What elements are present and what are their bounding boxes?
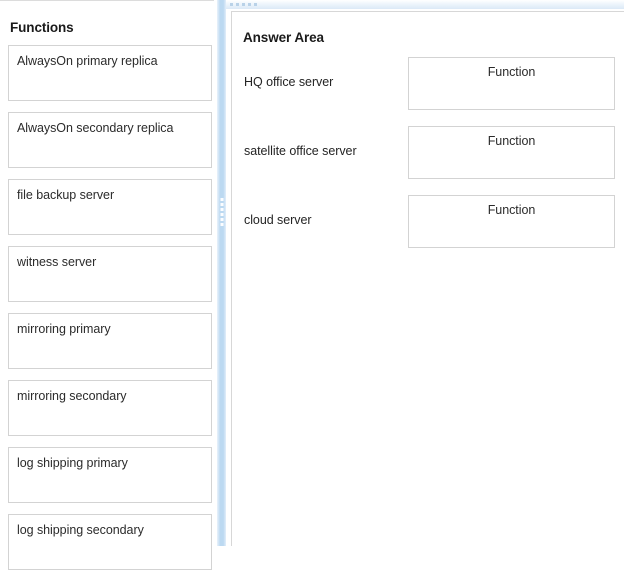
function-item[interactable]: mirroring primary (8, 313, 212, 369)
vertical-grip-dots-icon[interactable] (220, 198, 223, 226)
answer-area-panel: Answer Area HQ office server Function sa… (231, 11, 624, 546)
functions-panel: Functions AlwaysOn primary replica Alway… (0, 0, 214, 570)
grip-dot (242, 3, 245, 6)
grip-dot (220, 198, 223, 201)
answer-drop-target[interactable]: Function (408, 195, 615, 248)
answer-row: cloud server Function (232, 194, 624, 263)
grip-dot (220, 213, 223, 216)
vertical-splitter[interactable] (217, 0, 226, 546)
answer-drop-target[interactable]: Function (408, 126, 615, 179)
function-item[interactable]: witness server (8, 246, 212, 302)
grip-dot (220, 218, 223, 221)
answer-drop-placeholder: Function (487, 203, 536, 217)
split-container: Functions AlwaysOn primary replica Alway… (0, 0, 624, 570)
functions-panel-title: Functions (10, 20, 74, 35)
grip-dot (220, 223, 223, 226)
answer-row: satellite office server Function (232, 125, 624, 194)
grip-dot (236, 3, 239, 6)
function-item[interactable]: file backup server (8, 179, 212, 235)
grip-dot (254, 3, 257, 6)
function-item[interactable]: AlwaysOn primary replica (8, 45, 212, 101)
horizontal-grip-dots-icon[interactable] (230, 3, 257, 6)
function-item[interactable]: log shipping primary (8, 447, 212, 503)
answer-row: HQ office server Function (232, 56, 624, 125)
grip-dot (248, 3, 251, 6)
horizontal-splitter[interactable] (226, 0, 624, 9)
function-item[interactable]: mirroring secondary (8, 380, 212, 436)
functions-list: AlwaysOn primary replica AlwaysOn second… (8, 45, 212, 581)
answer-area-title: Answer Area (243, 30, 324, 45)
answer-drop-placeholder: Function (487, 134, 536, 148)
function-item[interactable]: AlwaysOn secondary replica (8, 112, 212, 168)
answer-row-label: HQ office server (244, 75, 334, 89)
answer-drop-target[interactable]: Function (408, 57, 615, 110)
function-item[interactable]: log shipping secondary (8, 514, 212, 570)
grip-dot (230, 3, 233, 6)
grip-dot (220, 208, 223, 211)
answer-row-label: cloud server (244, 213, 312, 227)
answer-rows: HQ office server Function satellite offi… (232, 56, 624, 263)
answer-drop-placeholder: Function (487, 65, 536, 79)
answer-row-label: satellite office server (244, 144, 357, 158)
grip-dot (220, 203, 223, 206)
